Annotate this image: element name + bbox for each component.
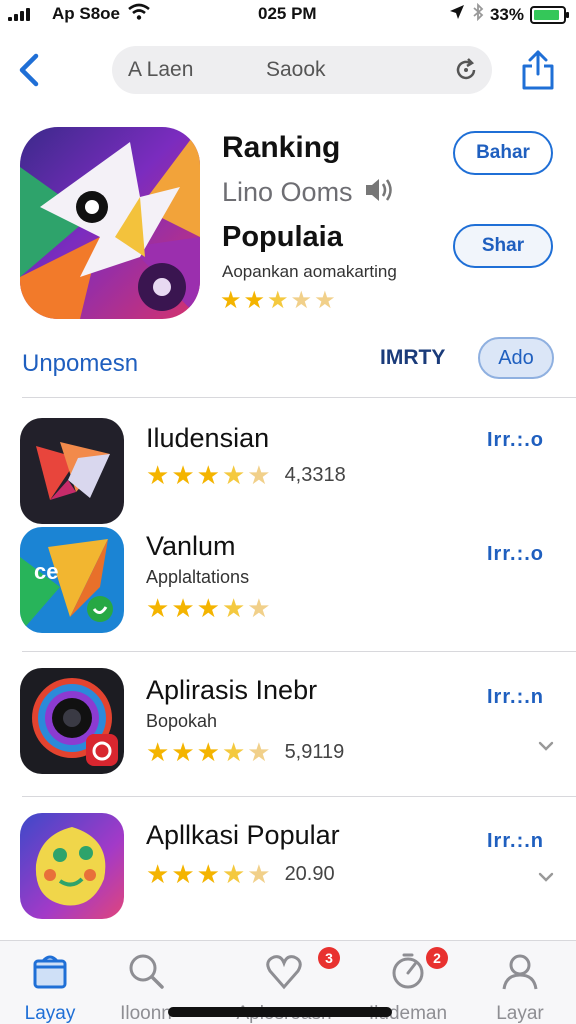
section-title: Unpomesn: [22, 350, 139, 377]
star-full-icon: ★: [220, 287, 242, 314]
tab-store[interactable]: Layay: [0, 947, 100, 1024]
star-half-icon: ★: [221, 737, 246, 767]
app-subtitle-3: Bopokah: [146, 711, 218, 731]
star-half-icon: ★: [221, 593, 246, 623]
star-full-icon: ★: [196, 737, 220, 767]
star-half-icon: ★: [221, 460, 246, 490]
speaker-icon[interactable]: [363, 175, 395, 210]
hero-subtitle: Lino Ooms: [222, 177, 353, 207]
star-half-icon: ★: [267, 287, 289, 314]
svg-text:ce: ce: [34, 559, 58, 584]
section-tag[interactable]: IMRTY: [380, 346, 445, 370]
star-full-icon: ★: [171, 460, 195, 490]
notification-badge: 2: [426, 947, 448, 969]
hero-category: Populaia: [222, 221, 343, 253]
divider: [22, 651, 576, 652]
app-name-1[interactable]: Iludensian: [146, 423, 269, 454]
location-icon: [448, 3, 466, 26]
store-icon: [30, 951, 70, 991]
star-full-icon: ★: [171, 593, 195, 623]
app-name-3[interactable]: Aplirasis Inebr: [146, 675, 317, 706]
star-full-icon: ★: [196, 460, 220, 490]
chevron-left-icon: [12, 53, 48, 94]
chevron-down-icon[interactable]: [538, 738, 554, 754]
star-full-icon: ★: [146, 460, 170, 490]
hero-primary-button[interactable]: Bahar: [453, 131, 553, 175]
star-empty-icon: ★: [247, 460, 271, 490]
divider: [22, 397, 576, 398]
app-name-2[interactable]: Vanlum: [146, 531, 236, 562]
star-full-icon: ★: [196, 859, 220, 889]
status-bar: Ap S8oe 025 PM 33%: [0, 0, 576, 28]
app-icon-4[interactable]: [20, 813, 124, 919]
app-icon-2[interactable]: ce: [20, 527, 124, 633]
star-full-icon: ★: [196, 593, 220, 623]
search-field-prefix: A Laen: [128, 58, 194, 81]
share-button[interactable]: [518, 48, 558, 92]
app-rating-1: ★ ★ ★ ★ ★ 4,3318: [146, 462, 346, 488]
search-icon: [126, 951, 166, 991]
battery-icon: [530, 5, 569, 24]
battery-level: [534, 9, 560, 20]
share-icon: [518, 50, 558, 96]
tab-profile[interactable]: Layar: [470, 947, 570, 1024]
divider: [22, 796, 576, 797]
star-full-icon: ★: [243, 287, 266, 314]
hero-subtitle-row: Lino Ooms: [222, 175, 395, 210]
star-full-icon: ★: [146, 737, 170, 767]
tab-label: Layay: [24, 1003, 76, 1024]
hero-secondary-button[interactable]: Shar: [453, 224, 553, 268]
star-full-icon: ★: [171, 859, 195, 889]
timer-icon: [388, 951, 428, 991]
rating-count-3: 5,9119: [284, 741, 345, 763]
hero-app-icon[interactable]: [20, 127, 200, 319]
app-subtitle-2: Applaltations: [146, 567, 250, 587]
get-button-4[interactable]: Irr.:.n: [487, 830, 544, 853]
notification-badge: 3: [318, 947, 340, 969]
rating-count-4: 20.90: [284, 863, 335, 885]
star-full-icon: ★: [146, 593, 170, 623]
wifi-icon: [128, 3, 150, 26]
profile-icon: [500, 951, 540, 991]
star-empty-icon: ★: [247, 737, 271, 767]
carrier-label: Ap S8oe: [52, 4, 121, 23]
heart-icon: [264, 951, 304, 991]
battery-percent: 33%: [489, 4, 524, 24]
star-empty-icon: ★: [247, 593, 271, 623]
app-rating-4: ★ ★ ★ ★ ★ 20.90: [146, 861, 335, 887]
app-rating-2: ★ ★ ★ ★ ★: [146, 595, 271, 621]
app-icon-1[interactable]: [20, 418, 124, 524]
star-full-icon: ★: [146, 859, 170, 889]
signal-icon: [8, 7, 30, 21]
tab-label: Layar: [496, 1003, 544, 1024]
hero-title: Ranking: [222, 131, 341, 164]
hero-rating: ★ ★ ★ ★ ★: [220, 289, 336, 313]
nav-bar: A Laen Saook: [0, 40, 576, 100]
get-button-2[interactable]: Irr.:.o: [487, 543, 544, 566]
get-button-1[interactable]: Irr.:.o: [487, 429, 544, 452]
hero-description: Aopankan aomakarting: [222, 262, 397, 281]
star-full-icon: ★: [171, 737, 195, 767]
star-half-icon: ★: [221, 859, 246, 889]
home-indicator[interactable]: [168, 1007, 392, 1017]
star-empty-icon: ★: [290, 287, 313, 314]
search-field-query: Saook: [266, 58, 326, 81]
rating-count-1: 4,3318: [284, 464, 346, 486]
app-rating-3: ★ ★ ★ ★ ★ 5,9119: [146, 739, 344, 765]
chevron-down-icon[interactable]: [538, 869, 554, 885]
bluetooth-icon: [472, 2, 484, 26]
section-add-button[interactable]: Ado: [478, 337, 554, 379]
app-icon-3[interactable]: [20, 668, 124, 774]
clock: 025 PM: [258, 4, 317, 23]
back-button[interactable]: [12, 50, 48, 90]
search-field[interactable]: A Laen Saook: [112, 46, 492, 94]
star-empty-icon: ★: [314, 287, 336, 314]
app-name-4[interactable]: Apllkasi Popular: [146, 820, 340, 851]
refresh-icon[interactable]: [452, 56, 480, 90]
get-button-3[interactable]: Irr.:.n: [487, 686, 544, 709]
star-empty-icon: ★: [247, 859, 271, 889]
